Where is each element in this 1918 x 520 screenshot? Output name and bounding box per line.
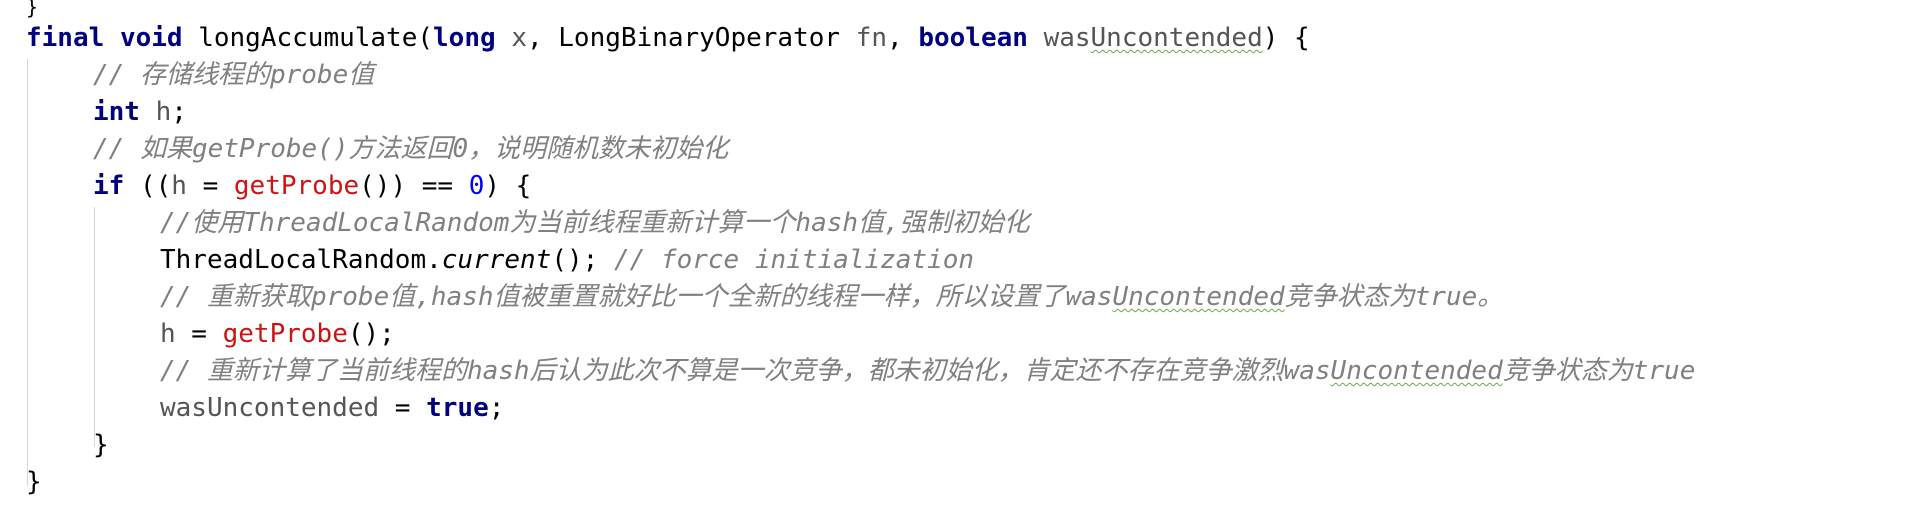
top-fragment: } (26, 0, 39, 19)
code-token: int (93, 97, 140, 127)
code-token: (); (551, 245, 614, 275)
code-token: h (155, 97, 172, 127)
code-line[interactable]: // 重新计算了当前线程的hash后认为此次不算是一次竞争，都未初始化，肯定还不… (26, 353, 1695, 390)
code-token: Uncontended (1112, 282, 1285, 312)
code-line[interactable]: wasUncontended = true; (26, 390, 1695, 427)
code-editor[interactable]: } final void longAccumulate(long x, Long… (0, 0, 1918, 520)
code-token: long (433, 23, 496, 53)
code-token: = (186, 171, 234, 201)
code-token: void (119, 23, 183, 53)
code-line[interactable]: // 重新获取probe值,hash值被重置就好比一个全新的线程一样，所以设置了… (26, 279, 1695, 316)
code-token: current (441, 245, 552, 275)
code-token: true (426, 393, 489, 423)
code-token: ; (488, 393, 505, 423)
code-token: Uncontended (1090, 23, 1263, 53)
code-token: 竞争状态为true (1502, 356, 1696, 386)
code-token: boolean (918, 23, 1028, 53)
code-token: // 重新计算了当前线程的hash后认为此次不算是一次竞争，都未初始化，肯定还不… (160, 356, 1331, 386)
code-token: Uncontended (1330, 356, 1503, 386)
code-token: wasUncontended (160, 393, 380, 423)
code-token: } (26, 467, 42, 497)
code-token: // 重新获取probe值,hash值被重置就好比一个全新的线程一样，所以设置了… (160, 282, 1113, 312)
code-token: (( (124, 171, 172, 201)
code-line[interactable]: ThreadLocalRandom.current(); // force in… (26, 242, 1695, 279)
code-token: getProbe (233, 171, 360, 201)
code-token: ( (417, 23, 434, 53)
code-block[interactable]: final void longAccumulate(long x, LongBi… (26, 20, 1695, 501)
code-line[interactable]: } (26, 464, 1695, 501)
code-token: = (379, 393, 427, 423)
code-line[interactable]: int h; (26, 94, 1695, 131)
code-token: 竞争状态为true。 (1284, 282, 1504, 312)
code-token: was (1043, 23, 1091, 53)
code-token: // force initialization (613, 245, 974, 275)
code-token: h (171, 171, 187, 201)
code-token: 0 (468, 171, 485, 201)
code-token: h (160, 319, 176, 349)
code-token: ) { (484, 171, 532, 201)
code-token: // 如果getProbe()方法返回0，说明随机数未初始化 (93, 134, 729, 164)
code-line[interactable]: h = getProbe(); (26, 316, 1695, 353)
code-token: } (93, 430, 109, 460)
code-token: if (93, 171, 125, 201)
code-token: longAccumulate (198, 23, 418, 53)
code-token: , LongBinaryOperator (526, 23, 856, 53)
code-token: final (26, 23, 105, 53)
code-token: getProbe (222, 319, 348, 349)
code-token: //使用ThreadLocalRandom为当前线程重新计算一个hash值,强制… (160, 208, 1030, 238)
code-token: (); (347, 319, 395, 349)
code-line[interactable]: } (26, 427, 1695, 464)
code-line[interactable]: final void longAccumulate(long x, LongBi… (26, 20, 1695, 57)
code-token: fn (855, 23, 888, 53)
code-token: ThreadLocalRandom. (160, 245, 442, 275)
code-line[interactable]: // 如果getProbe()方法返回0，说明随机数未初始化 (26, 131, 1695, 168)
code-token: ()) == (359, 171, 469, 201)
code-token: , (887, 23, 919, 53)
code-token: ) { (1262, 23, 1310, 53)
code-line[interactable]: //使用ThreadLocalRandom为当前线程重新计算一个hash值,强制… (26, 205, 1695, 242)
code-token: x (511, 23, 527, 53)
code-token: // 存储线程的probe值 (93, 60, 375, 90)
code-token: = (175, 319, 223, 349)
code-line[interactable]: // 存储线程的probe值 (26, 57, 1695, 94)
code-line[interactable]: if ((h = getProbe()) == 0) { (26, 168, 1695, 205)
code-token: ; (171, 97, 187, 127)
